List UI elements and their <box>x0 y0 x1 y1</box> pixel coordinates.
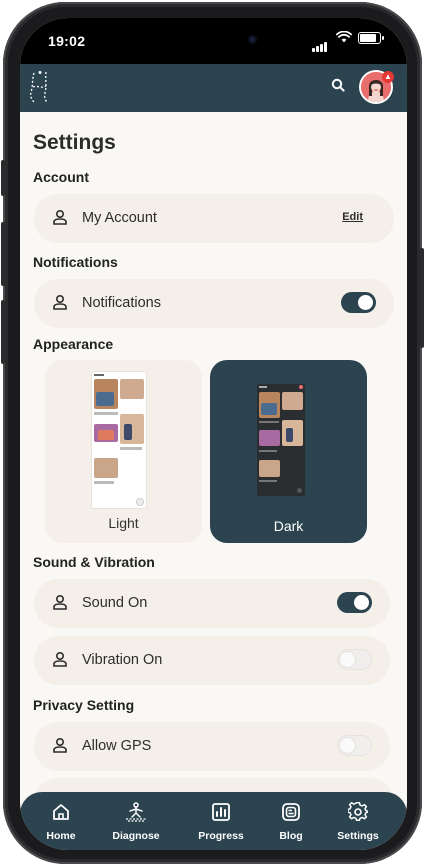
settings-page: Settings Account My Account Edit Notific… <box>20 112 407 808</box>
nav-settings[interactable]: Settings <box>323 801 393 842</box>
allow-gps-label: Allow GPS <box>82 738 152 754</box>
notifications-label: Notifications <box>82 295 161 311</box>
person-icon <box>53 209 67 225</box>
sound-on-row: Sound On <box>34 579 390 628</box>
edit-account-link[interactable]: Edit <box>342 211 363 223</box>
toggle-knob <box>340 738 355 753</box>
vibration-on-row: Vibration On <box>34 636 390 685</box>
my-account-row[interactable]: My Account Edit <box>34 194 394 243</box>
camera-icon <box>248 35 257 44</box>
section-sound-title: Sound & Vibration <box>33 554 155 570</box>
theme-option-dark[interactable]: Dark <box>210 360 367 543</box>
theme-option-light[interactable]: Light <box>45 360 202 543</box>
sound-toggle[interactable] <box>337 592 372 613</box>
person-icon <box>53 294 67 310</box>
vibration-on-label: Vibration On <box>82 652 163 668</box>
vibration-toggle[interactable] <box>337 649 372 670</box>
app-bar: ▲ <box>20 64 407 112</box>
nav-progress[interactable]: Progress <box>186 802 256 842</box>
diagnose-icon <box>126 802 146 822</box>
phone-volume-down <box>1 300 5 364</box>
settings-icon <box>347 801 369 821</box>
section-notifications-title: Notifications <box>33 254 118 270</box>
nav-blog[interactable]: Blog <box>256 802 326 842</box>
phone-power-button <box>420 248 424 348</box>
section-appearance-title: Appearance <box>33 336 114 352</box>
nav-diagnose[interactable]: Diagnose <box>101 802 171 842</box>
toggle-knob <box>358 295 373 310</box>
light-theme-preview <box>92 372 146 508</box>
home-icon <box>53 804 69 820</box>
dark-theme-preview <box>257 384 305 496</box>
phone-volume-up <box>1 222 5 286</box>
progress-icon <box>212 803 230 821</box>
section-privacy-title: Privacy Setting <box>33 697 135 713</box>
notification-badge: ▲ <box>382 71 394 83</box>
notifications-toggle[interactable] <box>341 292 376 313</box>
theme-option-light-label: Light <box>108 515 139 531</box>
signal-icon <box>312 34 328 52</box>
phone-action-button <box>1 160 5 196</box>
toggle-knob <box>340 652 355 667</box>
nav-progress-label: Progress <box>198 830 244 842</box>
sound-on-label: Sound On <box>82 595 148 611</box>
gps-toggle[interactable] <box>337 735 372 756</box>
section-account-title: Account <box>33 169 89 185</box>
toggle-knob <box>354 595 369 610</box>
search-icon[interactable] <box>331 78 345 92</box>
person-icon <box>53 651 67 667</box>
battery-icon <box>358 32 384 44</box>
allow-gps-row: Allow GPS <box>34 722 390 771</box>
nav-diagnose-label: Diagnose <box>112 830 160 842</box>
theme-option-dark-label: Dark <box>273 518 304 534</box>
screen: 19:02 ▲ Settings Account My Account Edit… <box>20 18 407 850</box>
wifi-icon <box>336 31 352 43</box>
nav-home-label: Home <box>46 830 76 842</box>
nav-settings-label: Settings <box>337 830 379 842</box>
nav-home[interactable]: Home <box>26 802 96 842</box>
page-title: Settings <box>33 131 116 154</box>
person-icon <box>53 737 67 753</box>
my-account-label: My Account <box>82 210 157 226</box>
status-time: 19:02 <box>48 33 86 49</box>
status-bar: 19:02 <box>20 18 407 64</box>
bottom-navigation: Home Diagnose Progress Blog Settings <box>20 792 407 850</box>
person-icon <box>53 594 67 610</box>
app-logo-icon[interactable] <box>29 70 53 104</box>
nav-blog-label: Blog <box>279 830 303 842</box>
blog-icon <box>282 803 300 821</box>
notifications-row: Notifications <box>34 279 394 328</box>
